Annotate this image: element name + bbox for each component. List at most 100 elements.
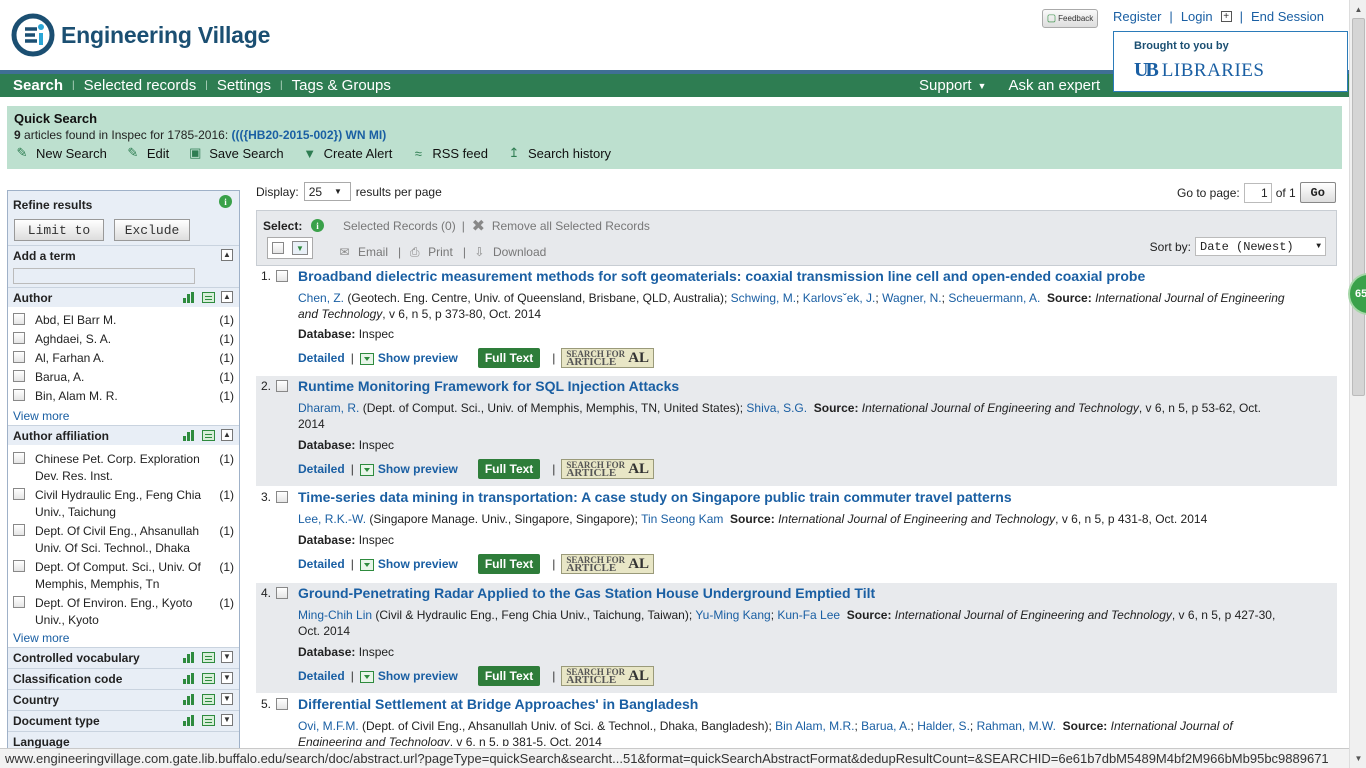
collapse-icon[interactable]: ▲ [221,429,233,441]
save-search-button[interactable]: ▣ Save Search [187,145,284,161]
sort-select[interactable]: Date (Newest) ▼ [1195,237,1326,256]
author-view-more-link[interactable]: View more [8,407,239,425]
remove-all-link[interactable]: Remove all Selected Records [492,219,650,233]
search-query-link[interactable]: ((({HB20-2015-002}) WN MI) [231,128,386,142]
record-title-link[interactable]: Runtime Monitoring Framework for SQL Inj… [298,378,679,394]
table-icon[interactable] [202,291,215,303]
nav-settings[interactable]: Settings [217,77,271,94]
detailed-link[interactable]: Detailed [298,351,345,365]
record-title-link[interactable]: Ground-Penetrating Radar Applied to the … [298,585,875,601]
search-for-article-button[interactable]: SEARCH FOR ARTICLE AL [561,348,655,368]
author-link[interactable]: Chen, Z. [298,291,344,305]
chart-icon[interactable] [183,291,196,303]
author-section-header[interactable]: Author ▲ [8,287,239,307]
table-icon[interactable] [202,651,215,663]
author-link[interactable]: Scheuermann, A. [948,291,1040,305]
nav-tags-groups[interactable]: Tags & Groups [292,77,391,94]
expand-icon[interactable]: + [1220,11,1232,22]
full-text-button[interactable]: Full Text [477,554,541,574]
expand-icon[interactable]: ▼ [221,714,233,726]
detailed-link[interactable]: Detailed [298,557,345,571]
checkbox[interactable] [13,351,25,363]
author-item[interactable]: Bin, Alam M. R. (1) [8,388,239,407]
affiliation-item[interactable]: Dept. Of Comput. Sci., Univ. Of Memphis,… [8,559,239,595]
expand-icon[interactable]: ▼ [221,672,233,684]
author-link[interactable]: Shiva, S.G. [746,401,807,415]
show-preview-link[interactable]: Show preview [359,351,458,365]
record-title-link[interactable]: Differential Settlement at Bridge Approa… [298,696,698,712]
checkbox[interactable] [13,370,25,382]
chart-icon[interactable] [183,672,196,684]
show-preview-link[interactable]: Show preview [359,462,458,476]
print-link[interactable]: Print [428,245,453,259]
classification-code-header[interactable]: Classification code ▼ [8,668,239,689]
affiliation-view-more-link[interactable]: View more [8,629,239,647]
author-link[interactable]: Kun-Fa Lee [777,608,840,622]
checkbox[interactable] [13,560,25,572]
table-icon[interactable] [202,714,215,726]
table-icon[interactable] [202,693,215,705]
nav-search[interactable]: Search [13,77,63,94]
selected-records-link[interactable]: Selected Records (0) [343,219,456,233]
nav-support[interactable]: Support [919,77,972,94]
full-text-button[interactable]: Full Text [477,459,541,479]
nav-ask-expert[interactable]: Ask an expert [1008,77,1100,94]
login-link[interactable]: Login [1181,9,1213,24]
affiliation-item[interactable]: Civil Hydraulic Eng., Feng Chia Univ., T… [8,487,239,523]
end-session-link[interactable]: End Session [1251,9,1324,24]
author-link[interactable]: Ovi, M.F.M. [298,719,359,733]
scroll-down-icon[interactable]: ▼ [1351,750,1366,766]
author-link[interactable]: Rahman, M.W. [977,719,1056,733]
affiliation-section-header[interactable]: Author affiliation ▲ [8,425,239,445]
checkbox[interactable] [13,389,25,401]
author-link[interactable]: Barua, A. [861,719,910,733]
nav-selected-records[interactable]: Selected records [84,77,197,94]
author-item[interactable]: Aghdaei, S. A. (1) [8,331,239,350]
record-checkbox[interactable] [276,491,288,503]
author-link[interactable]: Dharam, R. [298,401,359,415]
info-icon[interactable]: i [311,219,324,232]
author-link[interactable]: Wagner, N. [882,291,942,305]
go-button[interactable]: Go [1299,182,1336,203]
download-link[interactable]: Download [493,245,546,259]
chart-icon[interactable] [183,693,196,705]
author-link[interactable]: Halder, S. [917,719,970,733]
chart-icon[interactable] [183,651,196,663]
affiliation-item[interactable]: Dept. Of Civil Eng., Ahsanullah Univ. Of… [8,523,239,559]
table-icon[interactable] [202,672,215,684]
checkbox[interactable] [13,596,25,608]
chart-icon[interactable] [183,429,196,441]
edit-button[interactable]: ✎ Edit [125,145,169,161]
caret-down-icon[interactable]: ▼ [978,81,987,91]
feedback-button[interactable]: ▢ Feedback [1042,9,1098,28]
email-link[interactable]: Email [358,245,388,259]
show-preview-link[interactable]: Show preview [359,557,458,571]
chevron-down-icon[interactable]: ▼ [292,241,308,255]
document-type-header[interactable]: Document type ▼ [8,710,239,731]
chart-icon[interactable] [183,714,196,726]
collapse-icon[interactable]: ▲ [221,291,233,303]
affiliation-item[interactable]: Chinese Pet. Corp. Exploration Dev. Res.… [8,451,239,487]
record-title-link[interactable]: Broadband dielectric measurement methods… [298,268,1145,284]
info-icon[interactable]: i [219,195,232,208]
author-link[interactable]: Karlovsˇek, J. [803,291,876,305]
author-item[interactable]: Al, Farhan A. (1) [8,350,239,369]
checkbox[interactable] [13,452,25,464]
full-text-button[interactable]: Full Text [477,348,541,368]
add-term-input[interactable] [13,268,195,284]
rss-feed-button[interactable]: ≈ RSS feed [410,145,488,161]
collapse-icon[interactable]: ▲ [221,249,233,261]
engineering-village-logo[interactable]: Engineering Village [11,13,270,57]
results-per-page-select[interactable]: 25 ▼ [303,182,351,201]
page-number-input[interactable]: 1 [1243,182,1272,203]
author-link[interactable]: Schwing, M. [731,291,796,305]
controlled-vocabulary-header[interactable]: Controlled vocabulary ▼ [8,647,239,668]
expand-icon[interactable]: ▼ [221,651,233,663]
affiliation-item[interactable]: Dept. Of Environ. Eng., Kyoto Univ., Kyo… [8,595,239,629]
record-checkbox[interactable] [276,698,288,710]
author-item[interactable]: Barua, A. (1) [8,369,239,388]
search-history-button[interactable]: ↥ Search history [506,145,612,161]
author-link[interactable]: Lee, R.K.-W. [298,512,366,526]
expand-icon[interactable]: ▼ [221,693,233,705]
search-for-article-button[interactable]: SEARCH FOR ARTICLE AL [561,459,655,479]
